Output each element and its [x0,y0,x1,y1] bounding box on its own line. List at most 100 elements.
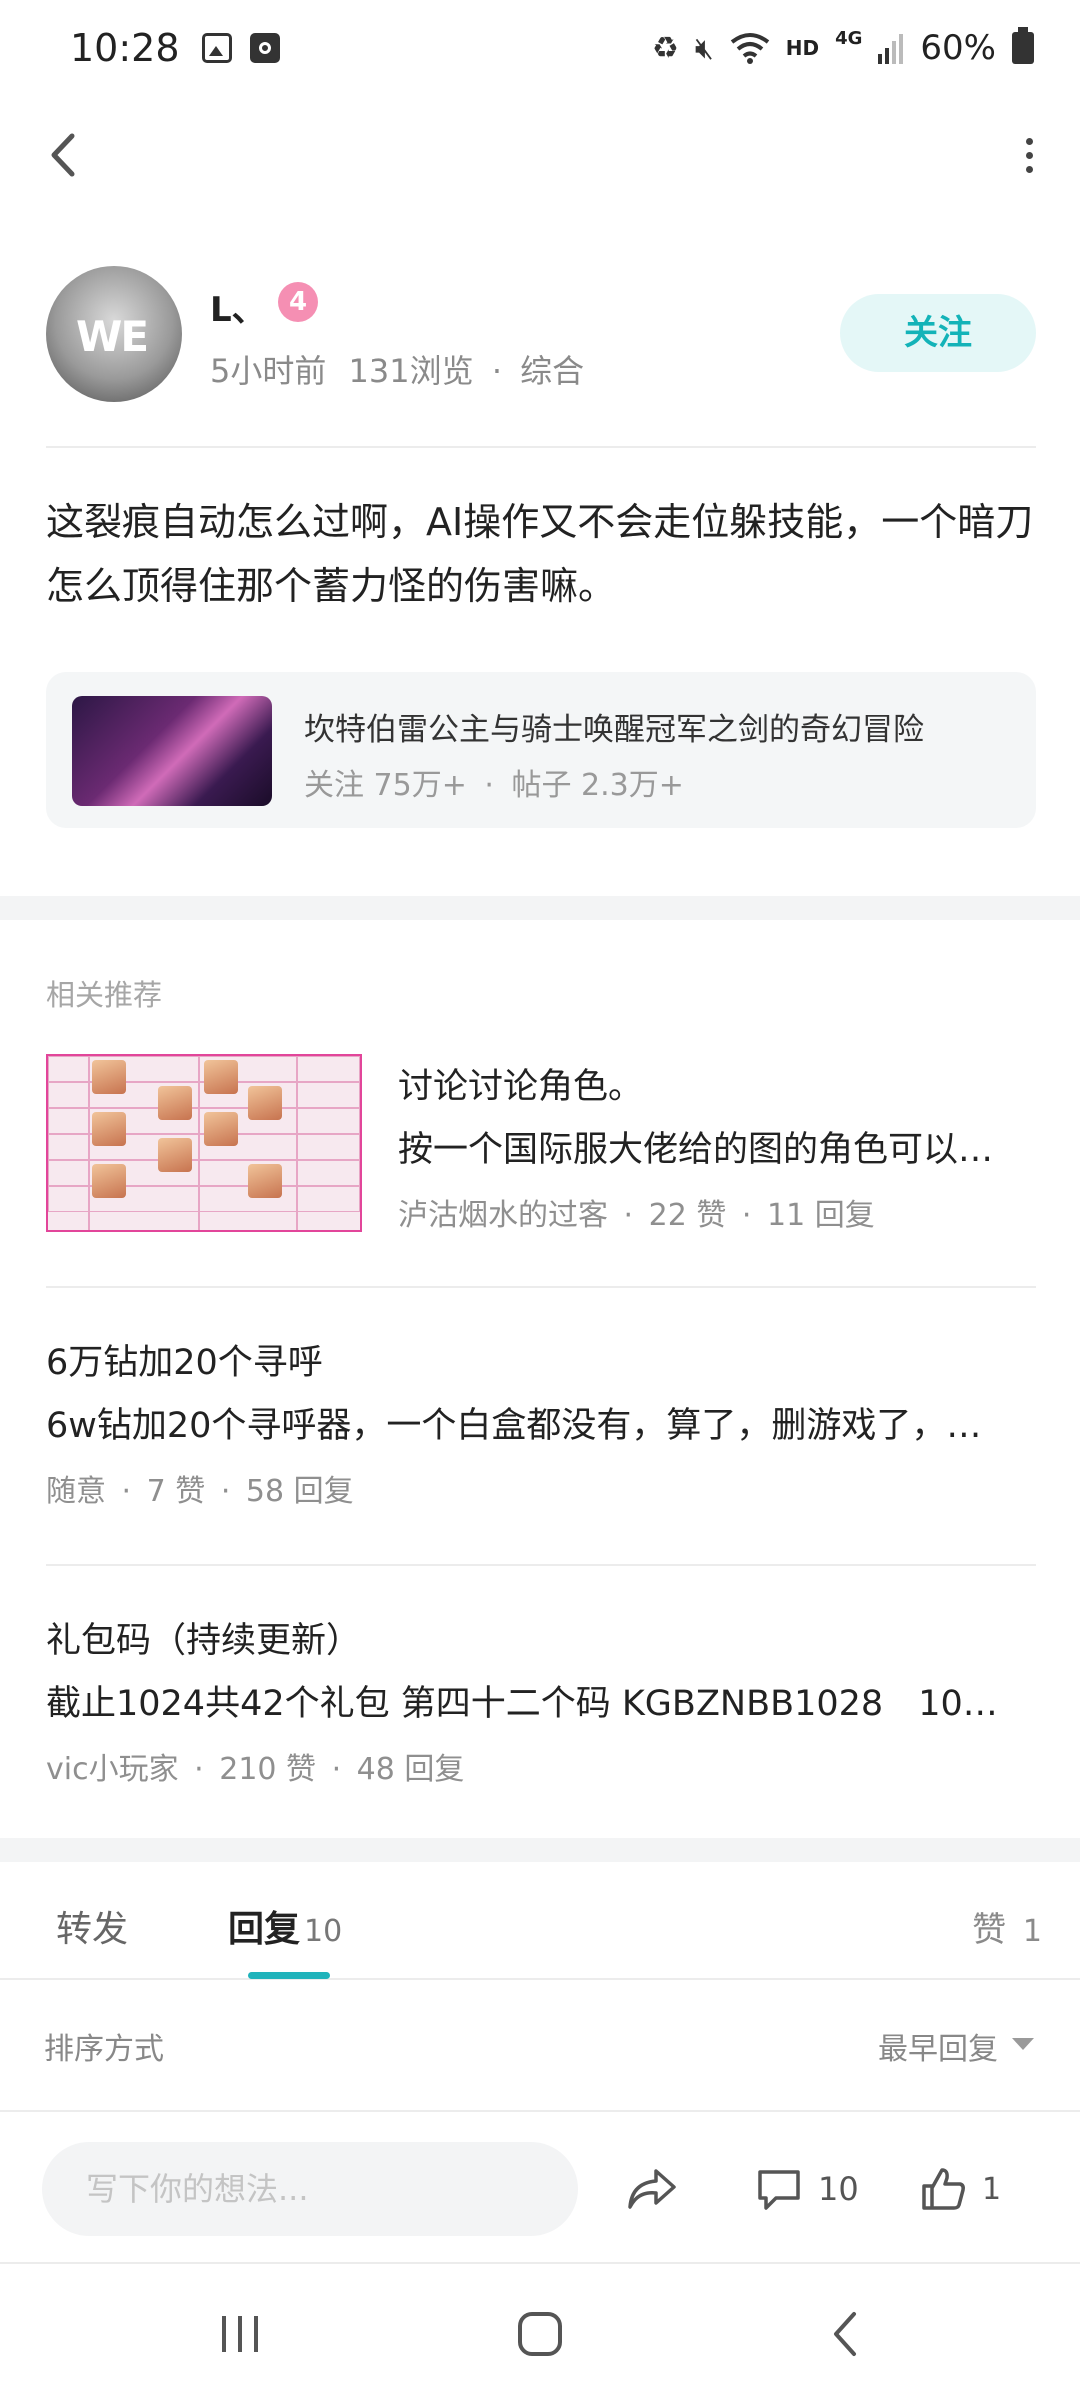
recommendation-desc: 6w钻加20个寻呼器，一个白盒都没有，算了，删游戏了，… [46,1406,982,1446]
sort-dropdown[interactable]: 最早回复 [878,2024,998,2068]
post-body: 这裂痕自动怎么过啊，AI操作又不会走位躲技能，一个暗刀怎么顶得住那个蓄力怪的伤害… [46,500,1034,608]
divider [46,1286,1036,1288]
more-dot-icon [1025,137,1033,145]
recommendation-meta: vic小玩家 · 210 赞 · 48 回复 [46,1744,1036,1788]
recommendation-replies: 11 回复 [767,1198,875,1233]
caret-down-icon[interactable] [1012,2038,1034,2050]
battery-percent: 60% [920,28,996,68]
recent-apps-button[interactable] [160,2266,320,2400]
game-follows: 关注 75万+ [304,768,467,803]
home-button[interactable] [460,2266,620,2400]
thumbs-up-icon [922,2168,965,2210]
meta-separator: · [121,1474,132,1509]
meta-separator: · [484,768,494,803]
recommendation-likes: 210 赞 [219,1752,317,1787]
recommendation-title: 礼包码（持续更新） [46,1621,362,1661]
comment-button[interactable]: 10 [754,2154,859,2224]
level-badge: 4 [278,282,318,322]
recommendation-thumbnail [46,1054,362,1232]
recommendation-desc: 按一个国际服大佬给的图的角色可以… [398,1130,994,1170]
divider [46,446,1036,448]
author-header: WE L、 4 5小时前 131浏览 · 综合 关注 [46,262,1036,402]
game-posts: 帖子 2.3万+ [511,768,684,803]
back-button[interactable] [40,128,90,182]
follow-button[interactable]: 关注 [840,294,1036,372]
game-stats: 关注 75万+ · 帖子 2.3万+ [304,760,684,804]
tab-like[interactable]: 赞 1 [972,1902,1042,1951]
section-separator [0,1838,1080,1862]
post-time: 5小时前 [210,352,327,390]
divider [46,1564,1036,1566]
tab-like-label: 赞 [972,1910,1007,1950]
recommendation-meta: 泸沽烟水的过客 · 22 赞 · 11 回复 [398,1190,1036,1234]
like-count: 1 [982,2171,1002,2207]
recommendation-item[interactable]: 讨论讨论角色。 按一个国际服大佬给的图的角色可以… 泸沽烟水的过客 · 22 赞… [46,1054,1036,1234]
tab-reply-count: 10 [304,1914,343,1949]
recent-apps-icon [222,2316,258,2352]
more-options-button[interactable] [1004,128,1054,182]
share-button[interactable] [624,2154,680,2224]
system-nav-bar [0,2266,1080,2400]
post-views: 131浏览 [348,352,474,390]
recommendation-author: vic小玩家 [46,1752,179,1787]
action-bar: 写下你的想法... 10 1 [0,2114,1080,2264]
tab-reply[interactable]: 回复 10 [228,1900,342,1952]
avatar-logo-text: WE [76,312,149,361]
meta-separator: · [741,1198,752,1233]
recommendation-item[interactable]: 6万钻加20个寻呼 6w钻加20个寻呼器，一个白盒都没有，算了，删游戏了，… 随… [46,1334,1036,1509]
reply-tabs: 转发 回复 10 赞 1 [0,1864,1080,1980]
active-tab-indicator [248,1972,330,1979]
recommendation-meta: 随意 · 7 赞 · 58 回复 [46,1466,1036,1510]
more-dot-icon [1025,165,1033,173]
avatar[interactable]: WE [46,266,182,402]
recommendation-title: 讨论讨论角色。 [398,1067,644,1107]
home-icon [518,2312,562,2356]
system-back-button[interactable] [766,2266,926,2400]
recommendation-likes: 7 赞 [146,1474,206,1509]
gallery-icon [201,33,232,63]
recommendation-replies: 48 回复 [356,1752,465,1787]
signal-icon [878,34,904,64]
author-name[interactable]: L、 [210,282,266,331]
hd-label: HD [785,36,820,60]
meta-separator: · [491,352,502,390]
status-bar: 10:28 ♻ 🔇︎ HD 4G 60% [0,0,1080,96]
recommendation-author: 随意 [46,1474,106,1509]
post-category: 综合 [520,352,585,390]
wifi-icon [730,33,769,64]
post-meta: 5小时前 131浏览 · 综合 [210,346,584,392]
alarm-icon [249,33,280,63]
recommendation-likes: 22 赞 [648,1198,727,1233]
tab-reply-label: 回复 [228,1909,301,1950]
comment-icon [758,2170,800,2210]
section-separator [0,896,1080,920]
back-icon [834,2312,856,2356]
like-button[interactable]: 1 [918,2154,1001,2224]
mute-icon: 🔇︎ [694,30,714,66]
status-time: 10:28 [70,26,180,70]
sort-row: 排序方式 最早回复 [0,1980,1080,2112]
comment-count: 10 [818,2170,859,2208]
sort-label: 排序方式 [44,2032,164,2067]
top-nav [0,110,1080,200]
network-type-label: 4G [835,27,863,49]
recommendation-title: 6万钻加20个寻呼 [46,1343,323,1383]
recommendation-item[interactable]: 礼包码（持续更新） 截止1024共42个礼包 第四十二个码 KGBZNBB102… [46,1612,1036,1787]
meta-separator: · [331,1752,342,1787]
recommendation-replies: 58 回复 [245,1474,354,1509]
meta-separator: · [194,1752,204,1787]
tab-repost[interactable]: 转发 [56,1900,128,1952]
chevron-left-icon [51,133,75,177]
game-card[interactable]: 坎特伯雷公主与骑士唤醒冠军之剑的奇幻冒险 关注 75万+ · 帖子 2.3万+ [46,672,1036,828]
section-title: 相关推荐 [46,978,163,1012]
more-dot-icon [1025,151,1033,159]
comment-input[interactable]: 写下你的想法... [42,2142,578,2236]
recommendation-author: 泸沽烟水的过客 [398,1198,608,1233]
battery-saver-icon: ♻ [651,30,679,66]
battery-icon [1012,27,1034,64]
tab-like-count: 1 [1022,1914,1042,1949]
meta-separator: · [623,1198,634,1233]
recommendation-desc: 截止1024共42个礼包 第四十二个码 KGBZNBB1028 10… [46,1684,998,1724]
game-title: 坎特伯雷公主与骑士唤醒冠军之剑的奇幻冒险 [304,712,924,748]
game-thumbnail [72,696,272,806]
